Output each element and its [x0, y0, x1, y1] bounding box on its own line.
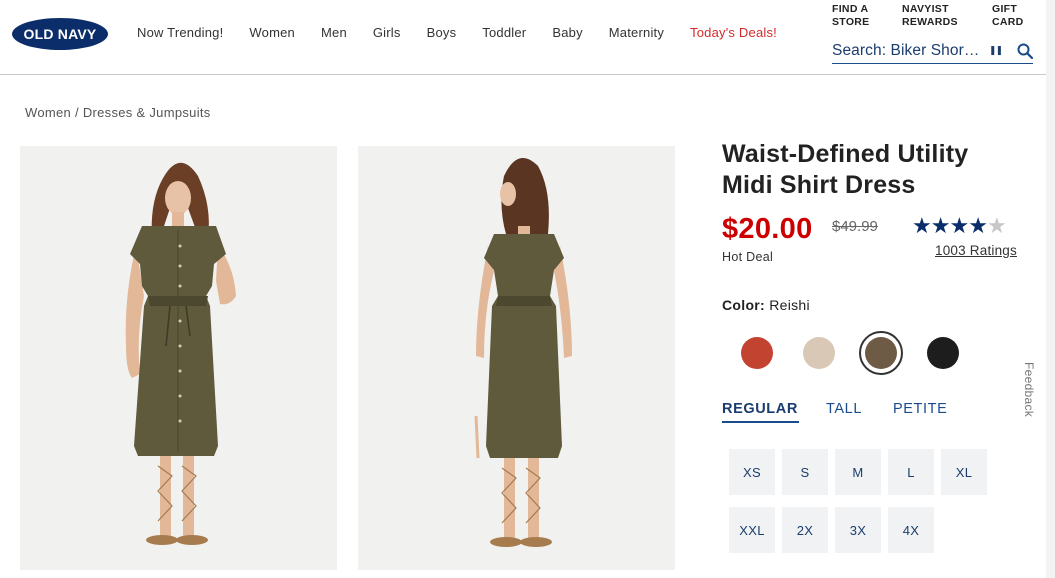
color-label: Color: Reishi	[722, 297, 810, 313]
star-icon: ★	[930, 213, 951, 238]
size-button-l[interactable]: L	[888, 449, 934, 495]
nav-men[interactable]: Men	[321, 25, 347, 40]
site-header: OLD NAVY Now Trending! Women Men Girls B…	[0, 0, 1055, 75]
active-tab-indicator	[722, 421, 799, 423]
size-button-s[interactable]: S	[782, 449, 828, 495]
pause-icon[interactable]: ❚❚	[989, 45, 1003, 56]
search-icon[interactable]	[1017, 43, 1033, 59]
hot-deal-label: Hot Deal	[722, 250, 774, 264]
nav-maternity[interactable]: Maternity	[609, 25, 664, 40]
product-title: Waist-Defined Utility Midi Shirt Dress	[722, 140, 969, 199]
nav-women[interactable]: Women	[249, 25, 295, 40]
star-icon: ★	[949, 213, 969, 238]
size-button-4x[interactable]: 4X	[888, 507, 934, 553]
original-price: $49.99	[832, 218, 878, 235]
nav-boys[interactable]: Boys	[427, 25, 457, 40]
color-swatch-red[interactable]	[741, 337, 773, 369]
search-bar[interactable]: Search: Biker Shor… ❚❚	[832, 38, 1033, 64]
breadcrumb-women[interactable]: Women	[25, 105, 71, 120]
gift-card-link[interactable]: GIFT CARD	[992, 3, 1042, 29]
old-navy-logo[interactable]: OLD NAVY	[12, 18, 108, 50]
color-swatch-beige[interactable]	[803, 337, 835, 369]
color-swatch-black[interactable]	[927, 337, 959, 369]
main-nav: Now Trending! Women Men Girls Boys Toddl…	[137, 25, 777, 40]
star-empty-icon: ★	[986, 213, 1007, 238]
find-a-store-link[interactable]: FIND A STORE	[832, 3, 902, 29]
sale-price: $20.00	[722, 213, 813, 245]
page-scrollbar[interactable]	[1046, 0, 1055, 578]
nav-baby[interactable]: Baby	[552, 25, 582, 40]
size-button-xl[interactable]: XL	[941, 449, 987, 495]
size-button-xs[interactable]: XS	[729, 449, 775, 495]
size-button-m[interactable]: M	[835, 449, 881, 495]
navyist-rewards-link[interactable]: NAVYIST REWARDS	[902, 3, 992, 29]
tab-petite[interactable]: PETITE	[893, 401, 947, 417]
breadcrumb-dresses[interactable]: Dresses & Jumpsuits	[83, 105, 211, 120]
nav-todays-deals[interactable]: Today's Deals!	[690, 25, 777, 40]
utility-links: FIND A STORE NAVYIST REWARDS GIFT CARD	[832, 3, 1042, 29]
size-button-3x[interactable]: 3X	[835, 507, 881, 553]
selected-color-name: Reishi	[769, 297, 810, 313]
feedback-tab[interactable]: Feedback	[1022, 362, 1040, 424]
product-image-back[interactable]	[358, 146, 675, 570]
nav-girls[interactable]: Girls	[373, 25, 401, 40]
star-icon: ★	[968, 213, 988, 238]
product-image-front[interactable]	[20, 146, 337, 570]
search-input[interactable]: Search: Biker Shor…	[832, 42, 984, 60]
tab-tall[interactable]: TALL	[826, 401, 862, 417]
star-icon: ★	[912, 213, 932, 238]
nav-toddler[interactable]: Toddler	[482, 25, 526, 40]
breadcrumb-separator: /	[71, 105, 83, 120]
size-button-xxl[interactable]: XXL	[729, 507, 775, 553]
ratings-link[interactable]: 1003 Ratings	[935, 243, 1017, 258]
nav-now-trending[interactable]: Now Trending!	[137, 25, 223, 40]
size-button-2x[interactable]: 2X	[782, 507, 828, 553]
rating-stars[interactable]: ★★★★★	[912, 213, 1007, 238]
color-swatch-reishi[interactable]	[865, 337, 897, 369]
breadcrumb: Women / Dresses & Jumpsuits	[25, 105, 211, 120]
tab-regular[interactable]: REGULAR	[722, 401, 798, 417]
